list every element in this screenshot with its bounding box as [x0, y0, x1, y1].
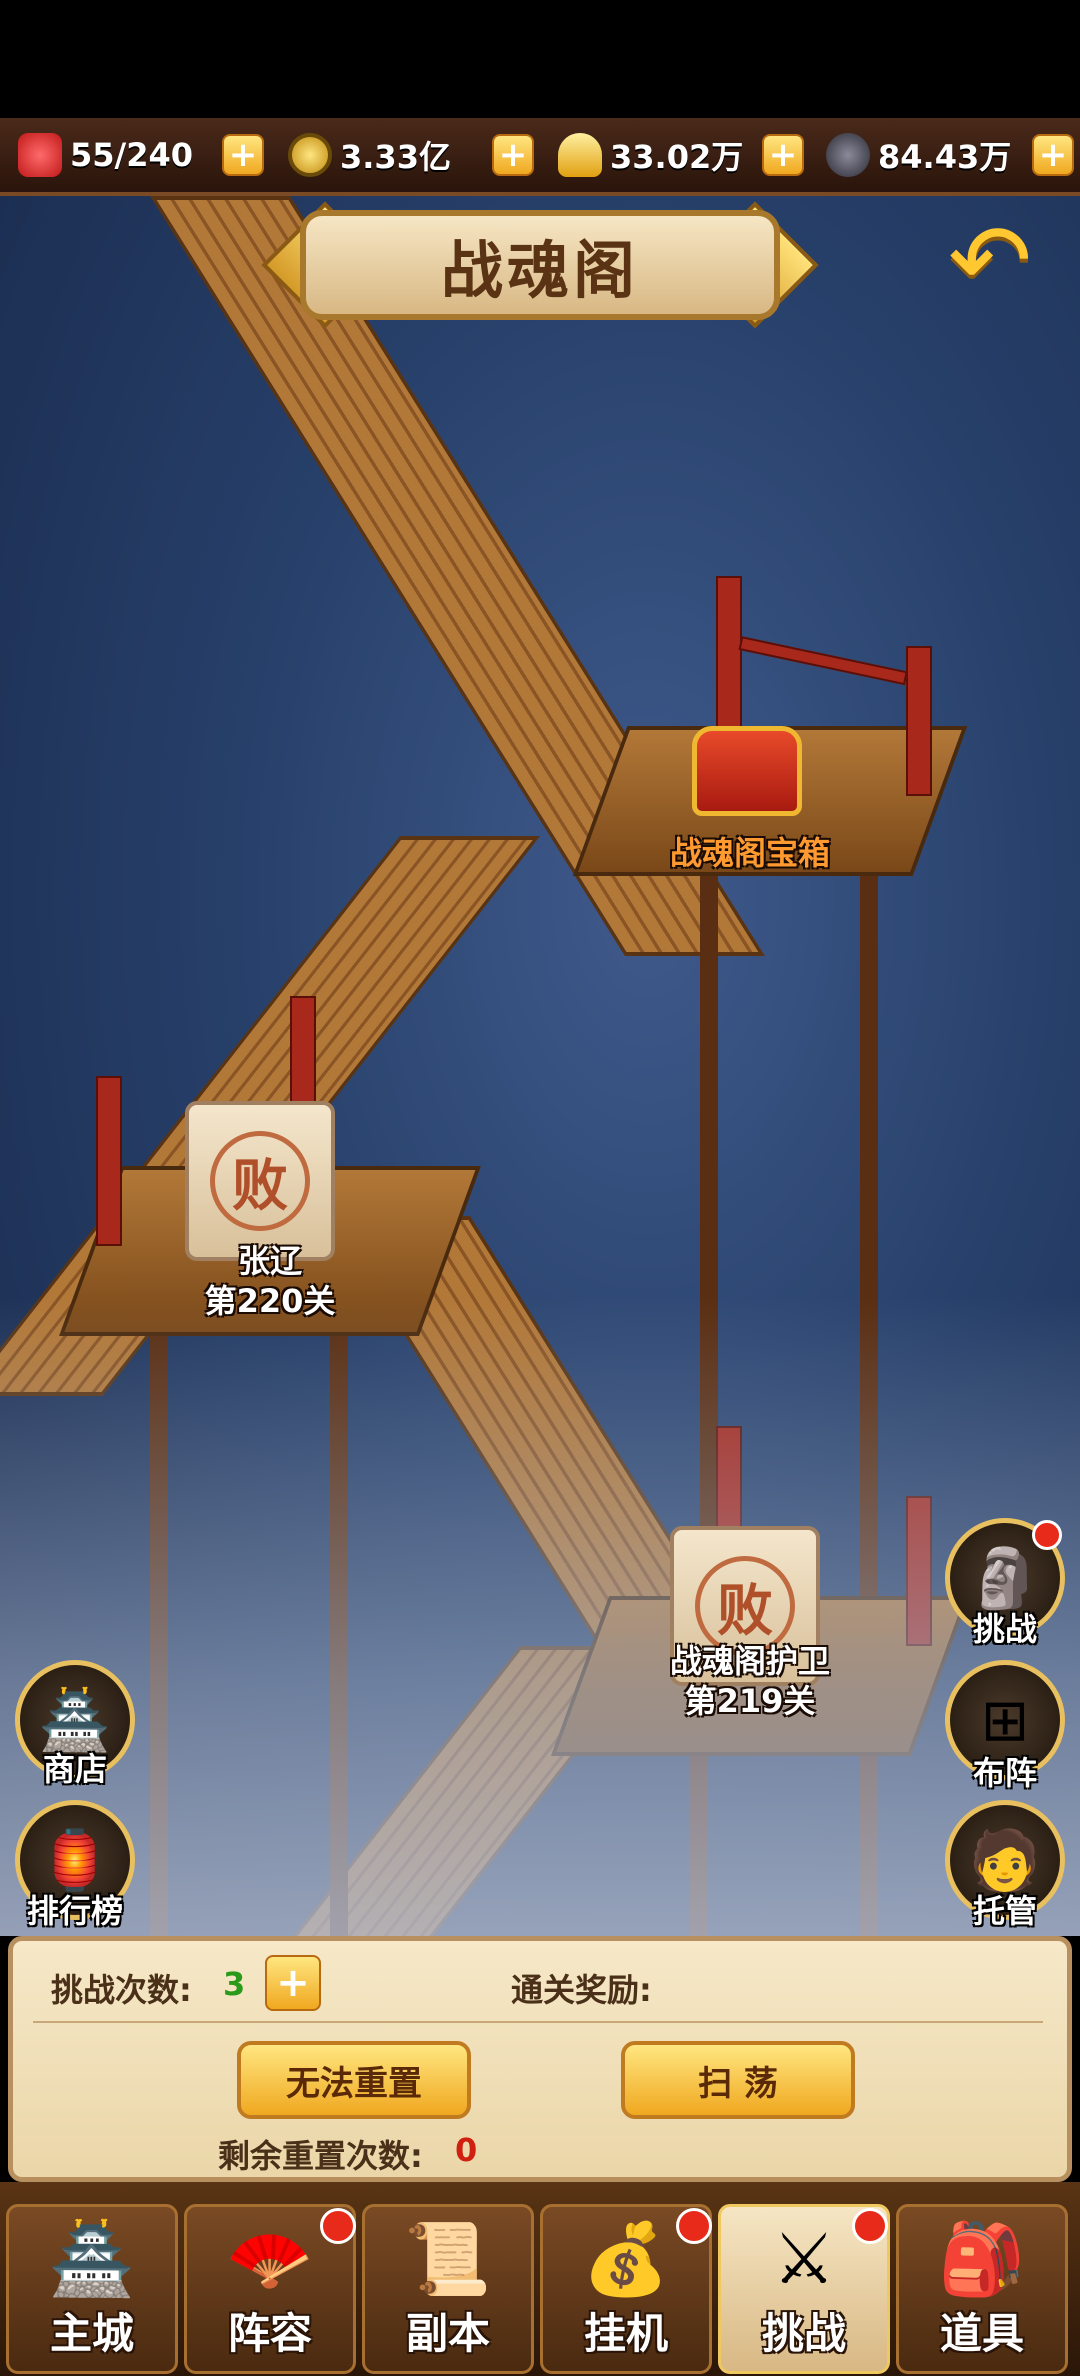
fog-overlay [0, 1296, 1080, 1936]
duel-icon: ⚔ [772, 2218, 836, 2300]
resets-left-label: 剩余重置次数: [218, 2137, 423, 2175]
notification-dot [852, 2208, 888, 2244]
title-plaque: 战魂阁 [300, 210, 780, 320]
ranking-icon: 🏮 [38, 1825, 112, 1894]
palace-icon: 🏯 [48, 2218, 136, 2300]
reward-label: 通关奖励: [511, 1971, 652, 2009]
challenge-label: 挑战 [972, 1610, 1037, 1648]
tower-scene: 战魂阁宝箱 败 张辽 第220关 败 战魂阁护卫 第219关 [0, 196, 1080, 1936]
ore-icon [826, 133, 870, 177]
nav-tab-items[interactable]: 🎒 道具 [896, 2204, 1068, 2374]
railing-post [906, 646, 932, 796]
back-arrow-icon[interactable]: ↶ [930, 202, 1050, 319]
scroll-icon: 📜 [404, 2218, 492, 2300]
add-attempts-button[interactable]: + [265, 1955, 321, 2011]
reset-button[interactable]: 无法重置 [237, 2041, 471, 2119]
challenge-panel: 挑战次数: 3 + 通关奖励: 无法重置 扫 荡 剩余重置次数: 0 [8, 1936, 1072, 2182]
status-bar [0, 0, 1080, 118]
formation-label: 布阵 [972, 1754, 1037, 1792]
nav-tab-main-city[interactable]: 🏯 主城 [6, 2204, 178, 2374]
stage-lower-level: 第219关 [684, 1682, 816, 1720]
golden-warrior-icon: 🗿 [968, 1543, 1042, 1612]
railing-post [716, 576, 742, 746]
stage-upper-level: 第220关 [204, 1282, 336, 1320]
shop-label: 商店 [42, 1750, 107, 1788]
treasure-bag-icon: 💰 [582, 2218, 670, 2300]
nav-tab-label: 主城 [49, 2309, 134, 2358]
railing-post [96, 1076, 122, 1246]
nav-tab-label: 挂机 [583, 2309, 668, 2358]
add-copper-button[interactable]: + [492, 134, 534, 176]
defeat-seal-icon: 败 [210, 1131, 310, 1231]
nav-tab-label: 挑战 [761, 2309, 846, 2358]
coin-icon [288, 133, 332, 177]
warrior-fan-icon: 🪭 [226, 2218, 314, 2300]
gold-ingot-icon [558, 133, 602, 177]
nav-tab-label: 阵容 [227, 2309, 312, 2358]
nav-tab-dungeon[interactable]: 📜 副本 [362, 2204, 534, 2374]
gold-display: 33.02万 [558, 118, 743, 192]
ranking-label: 排行榜 [26, 1892, 123, 1930]
nav-tab-label: 道具 [939, 2309, 1024, 2358]
add-stamina-button[interactable]: + [222, 134, 264, 176]
items-bag-icon: 🎒 [938, 2218, 1026, 2300]
add-iron-button[interactable]: + [1032, 134, 1074, 176]
treasure-chest-icon[interactable] [692, 726, 802, 816]
stamina-display: 55/240 [18, 118, 193, 192]
divider [33, 2021, 1043, 2023]
gold-value: 33.02万 [610, 138, 744, 176]
chest-label: 战魂阁宝箱 [669, 834, 830, 872]
auto-label: 托管 [972, 1892, 1037, 1930]
heart-icon [18, 133, 62, 177]
railing-bar [738, 636, 908, 686]
notification-dot [1032, 1520, 1062, 1550]
nav-tab-label: 副本 [405, 2309, 490, 2358]
character-icon: 🧑 [968, 1825, 1042, 1894]
notification-dot [676, 2208, 712, 2244]
notification-dot [320, 2208, 356, 2244]
page-title: 战魂阁 [440, 234, 639, 307]
copper-display: 3.33亿 [288, 118, 451, 192]
attempts-value: 3 [223, 1965, 246, 2003]
iron-display: 84.43万 [826, 118, 1011, 192]
attempts-label: 挑战次数: [51, 1971, 192, 2009]
resets-left-value: 0 [455, 2131, 478, 2169]
chessboard-icon: ⊞ [980, 1686, 1030, 1754]
copper-value: 3.33亿 [340, 138, 451, 176]
sweep-button[interactable]: 扫 荡 [621, 2041, 855, 2119]
iron-value: 84.43万 [878, 138, 1012, 176]
stamina-value: 55/240 [70, 136, 194, 174]
add-gold-button[interactable]: + [762, 134, 804, 176]
resource-bar: 55/240 + 3.33亿 + 33.02万 + 84.43万 + [0, 118, 1080, 196]
